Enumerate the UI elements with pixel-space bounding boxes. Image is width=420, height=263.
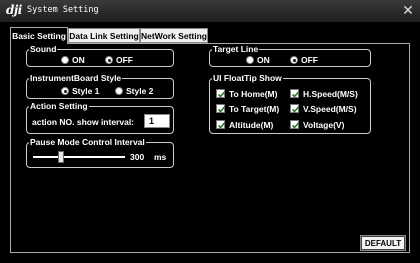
action-interval-label: action NO. show interval: (32, 117, 135, 127)
target-line-off-radio[interactable] (290, 56, 298, 64)
h-speed-label: H.Speed(M/S) (303, 89, 358, 99)
voltage-checkbox[interactable] (290, 120, 300, 129)
sound-on-radio[interactable] (61, 56, 69, 64)
to-home-label: To Home(M) (229, 89, 278, 99)
pause-interval-unit: ms (154, 152, 167, 162)
action-setting-legend: Action Setting (30, 101, 88, 111)
h-speed-checkbox[interactable] (290, 89, 300, 98)
style1-label: Style 1 (72, 86, 100, 96)
tab-basic-setting[interactable]: Basic Setting (10, 27, 68, 44)
target-line-legend: Target Line (213, 44, 259, 54)
v-speed-checkbox[interactable] (290, 104, 300, 113)
v-speed-label: V.Speed(M/S) (303, 104, 357, 114)
title-bar: dji System Setting ✕ (0, 0, 420, 22)
system-setting-window: dji System Setting ✕ Basic Setting Data … (0, 0, 420, 263)
floattip-legend: UI FloatTip Show (213, 73, 282, 83)
pause-interval-value: 300 (130, 152, 145, 162)
pause-mode-legend: Pause Mode Control Interval (30, 137, 145, 147)
sound-on-label: ON (72, 55, 85, 65)
to-home-checkbox[interactable] (216, 89, 226, 98)
sound-legend: Sound (30, 44, 57, 54)
tab-data-link-setting[interactable]: Data Link Setting (68, 28, 140, 43)
target-line-group: Target Line (209, 45, 371, 67)
pause-interval-slider-track[interactable] (33, 156, 125, 158)
voltage-label: Voltage(V) (303, 120, 345, 130)
window-title: System Setting (27, 5, 99, 15)
style2-radio[interactable] (115, 87, 123, 95)
style2-label: Style 2 (126, 86, 154, 96)
default-button[interactable]: DEFAULT (360, 235, 406, 251)
altitude-checkbox[interactable] (216, 120, 226, 129)
style1-radio[interactable] (61, 87, 69, 95)
dji-logo: dji (6, 3, 22, 17)
pause-mode-group: Pause Mode Control Interval (26, 138, 174, 168)
to-target-label: To Target(M) (229, 104, 280, 114)
close-icon[interactable]: ✕ (400, 1, 416, 19)
tab-network-setting[interactable]: NetWork Setting (140, 28, 208, 43)
action-interval-input[interactable]: 1 (144, 114, 170, 128)
pause-interval-slider-thumb[interactable] (57, 151, 64, 163)
target-line-on-radio[interactable] (246, 56, 254, 64)
target-line-on-label: ON (257, 55, 270, 65)
to-target-checkbox[interactable] (216, 104, 226, 113)
sound-off-label: OFF (116, 55, 133, 65)
target-line-off-label: OFF (301, 55, 318, 65)
sound-off-radio[interactable] (105, 56, 113, 64)
sound-group: Sound (26, 45, 174, 67)
altitude-label: Altitude(M) (229, 120, 274, 130)
instrument-board-legend: InstrumentBoard Style (30, 73, 122, 83)
